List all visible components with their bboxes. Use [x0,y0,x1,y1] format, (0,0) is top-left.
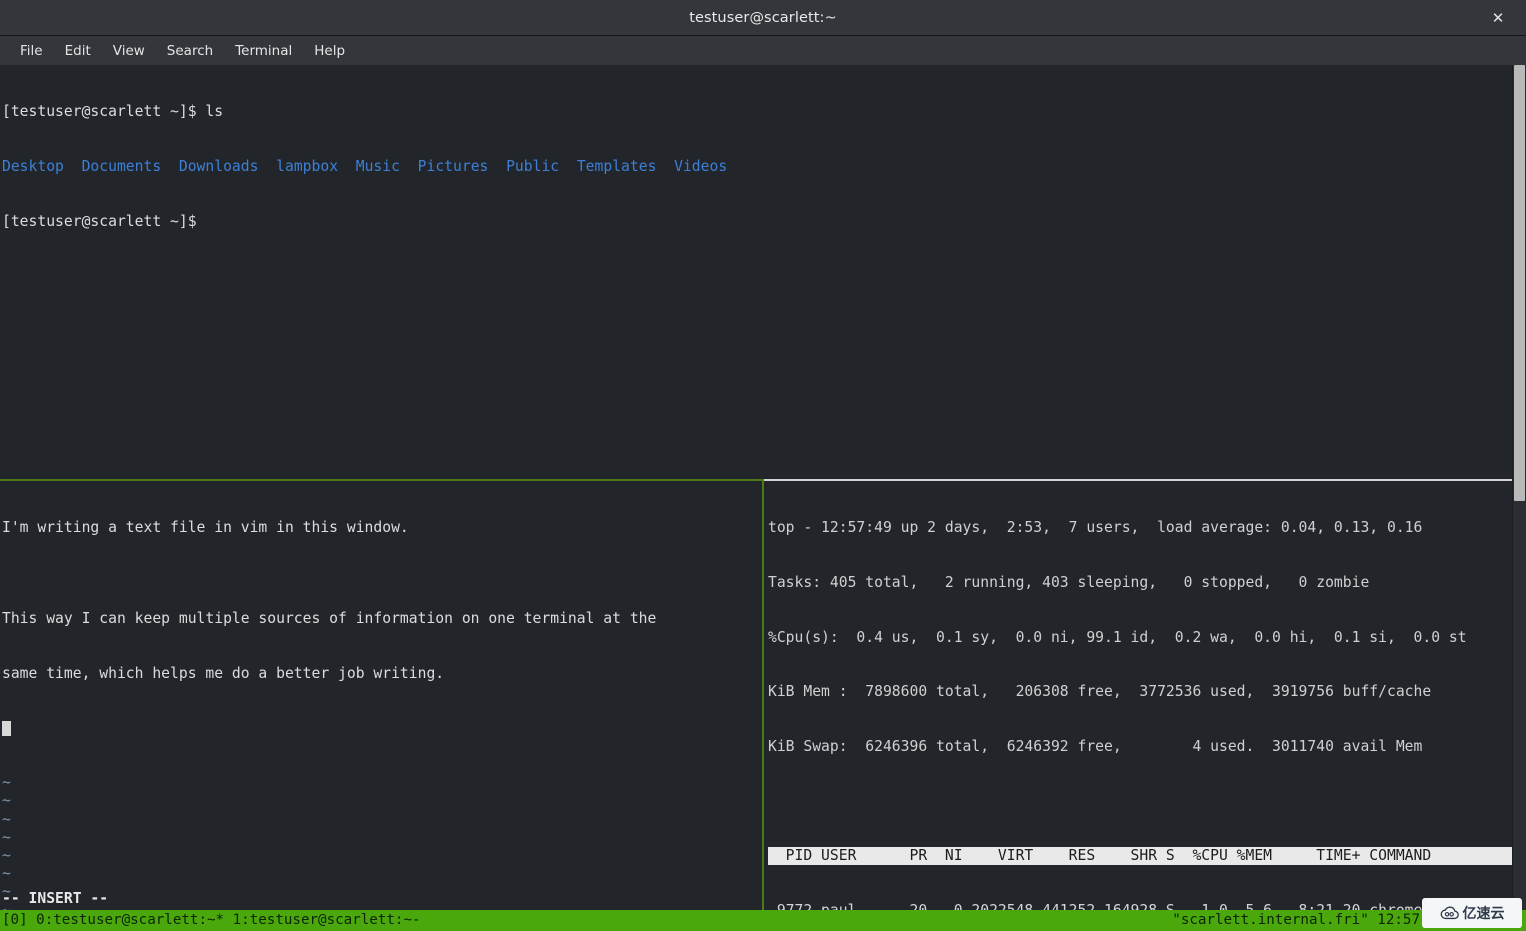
ls-entry-lampbox[interactable]: lampbox [276,158,338,175]
top-process-row: 9772 paul 20 0 2022548 441252 164928 S 1… [768,902,1512,910]
top-summary-line-5: KiB Swap: 6246396 total, 6246392 free, 4… [768,737,1423,755]
top-summary-line-1: top - 12:57:49 up 2 days, 2:53, 7 users,… [768,519,1423,537]
top-summary-line-2: Tasks: 405 total, 2 running, 403 sleepin… [768,574,1370,592]
titlebar: testuser@scarlett:~ ✕ [0,0,1526,36]
scrollbar-thumb[interactable] [1514,65,1525,501]
vim-tilde-line: ~ [2,774,11,792]
top-summary-line-4: KiB Mem : 7898600 total, 206308 free, 37… [768,683,1432,701]
terminal-content[interactable]: [testuser@scarlett ~]$ ls Desktop Docume… [0,65,1526,931]
vim-tilde-line: ~ [2,883,11,901]
top-summary-line-3: %Cpu(s): 0.4 us, 0.1 sy, 0.0 ni, 99.1 id… [768,628,1467,646]
ls-entry-templates[interactable]: Templates [577,158,657,175]
watermark-text: 亿速云 [1462,906,1505,922]
menu-item-edit[interactable]: Edit [54,40,102,62]
top-table-body: 9772 paul 20 0 2022548 441252 164928 S 1… [768,902,1512,910]
terminal-scrollbar[interactable] [1512,65,1526,931]
tmux-panes: I'm writing a text file in vim in this w… [0,479,1512,910]
vim-tilde-line: ~ [2,810,11,828]
vim-cursor-line [2,720,762,738]
vim-tilde-line: ~ [2,828,11,846]
ls-entry-documents[interactable]: Documents [82,158,162,175]
shell-output-region[interactable]: [testuser@scarlett ~]$ ls Desktop Docume… [0,65,1512,479]
top-table-header: PID USER PR NI VIRT RES SHR S %CPU %MEM … [768,847,1512,866]
menu-item-terminal[interactable]: Terminal [224,40,303,62]
menu-item-search[interactable]: Search [156,40,224,62]
tmux-status-bar[interactable]: [0] 0:testuser@scarlett:~* 1:testuser@sc… [0,910,1526,931]
menubar: File Edit View Search Terminal Help [0,36,1526,65]
menu-item-help[interactable]: Help [303,40,356,62]
ls-entry-music[interactable]: Music [356,158,400,175]
cloud-icon [1440,906,1459,920]
ls-entry-desktop[interactable]: Desktop [2,158,64,175]
ls-entry-downloads[interactable]: Downloads [179,158,259,175]
shell-prompt-line-2: [testuser@scarlett ~]$ [2,212,206,230]
ls-output-row: Desktop Documents Downloads lampbox Musi… [2,158,1512,176]
close-icon[interactable]: ✕ [1480,0,1516,36]
tmux-window-list[interactable]: [0] 0:testuser@scarlett:~* 1:testuser@sc… [2,910,421,931]
vim-mode-status: -- INSERT -- [2,889,109,907]
vim-tilde-line: ~ [2,902,762,910]
menu-item-view[interactable]: View [102,40,156,62]
ls-entry-videos[interactable]: Videos [674,158,727,175]
menu-item-file[interactable]: File [9,40,54,62]
text-cursor [2,720,11,736]
top-blank-line [768,792,1512,810]
shell-prompt-line-1: [testuser@scarlett ~]$ ls [2,103,224,121]
terminal-window: testuser@scarlett:~ ✕ File Edit View Sea… [0,0,1526,931]
vim-line-1: I'm writing a text file in vim in this w… [2,519,409,537]
vim-tilde-line: ~ [2,847,11,865]
vim-line-3: This way I can keep multiple sources of … [2,610,657,628]
vim-pane[interactable]: I'm writing a text file in vim in this w… [0,479,764,910]
ls-entry-public[interactable]: Public [506,158,559,175]
top-pane[interactable]: top - 12:57:49 up 2 days, 2:53, 7 users,… [764,479,1512,910]
vim-tilde-line: ~ [2,792,11,810]
watermark: 亿速云 [1422,898,1522,928]
window-title: testuser@scarlett:~ [689,9,837,26]
vim-empty-lines: ~~~~~~~~~~~~~~~~~~ [2,774,762,910]
vim-line-4: same time, which helps me do a better jo… [2,665,445,683]
vim-tilde-line: ~ [2,865,11,883]
ls-entry-pictures[interactable]: Pictures [418,158,489,175]
